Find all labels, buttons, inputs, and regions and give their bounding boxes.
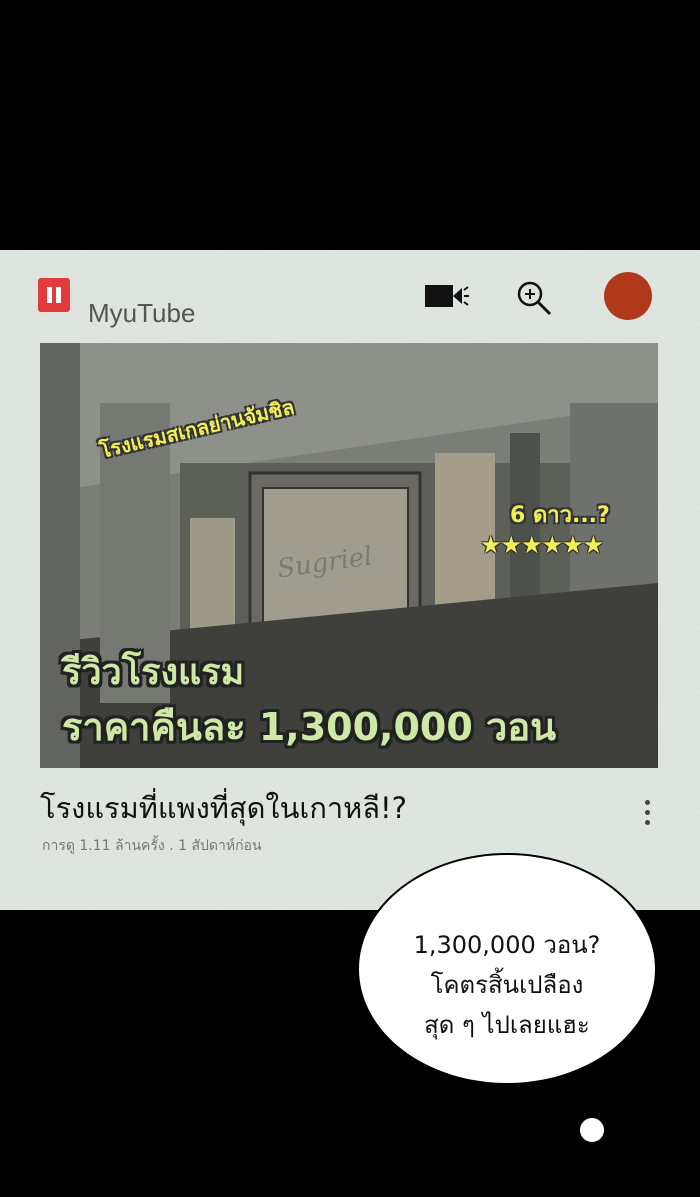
thumbnail-headline-2: ราคาคืนละ 1,300,000 วอน bbox=[62, 705, 557, 749]
speech-line-2: โคตรสิ้นเปลือง bbox=[430, 971, 584, 999]
app-name: MyuTube bbox=[88, 298, 196, 328]
thumbnail-headline-1: รีวิวโรงแรม bbox=[62, 652, 245, 693]
video-camera-icon[interactable] bbox=[424, 282, 470, 314]
speech-line-1: 1,300,000 วอน? bbox=[413, 931, 601, 959]
logo-icon[interactable] bbox=[38, 278, 70, 312]
thumbnail-tag-rating: 6 ดาว...? bbox=[510, 503, 610, 528]
avatar[interactable] bbox=[604, 272, 652, 320]
speech-line-3: สุด ๆ ไปเลยแฮะ bbox=[424, 1011, 590, 1039]
thought-dot bbox=[580, 1118, 604, 1142]
more-options-icon[interactable] bbox=[645, 800, 651, 830]
search-icon[interactable] bbox=[515, 279, 553, 321]
video-meta: การดู 1.11 ล้านครั้ง . 1 สัปดาห์ก่อน bbox=[42, 838, 262, 854]
star-rating: ★★★★★★ bbox=[480, 531, 604, 559]
speech-bubble-text: 1,300,000 วอน? โคตรสิ้นเปลือง สุด ๆ ไปเล… bbox=[357, 925, 657, 1045]
video-title[interactable]: โรงแรมที่แพงที่สุดในเกาหลี!? bbox=[40, 785, 407, 831]
